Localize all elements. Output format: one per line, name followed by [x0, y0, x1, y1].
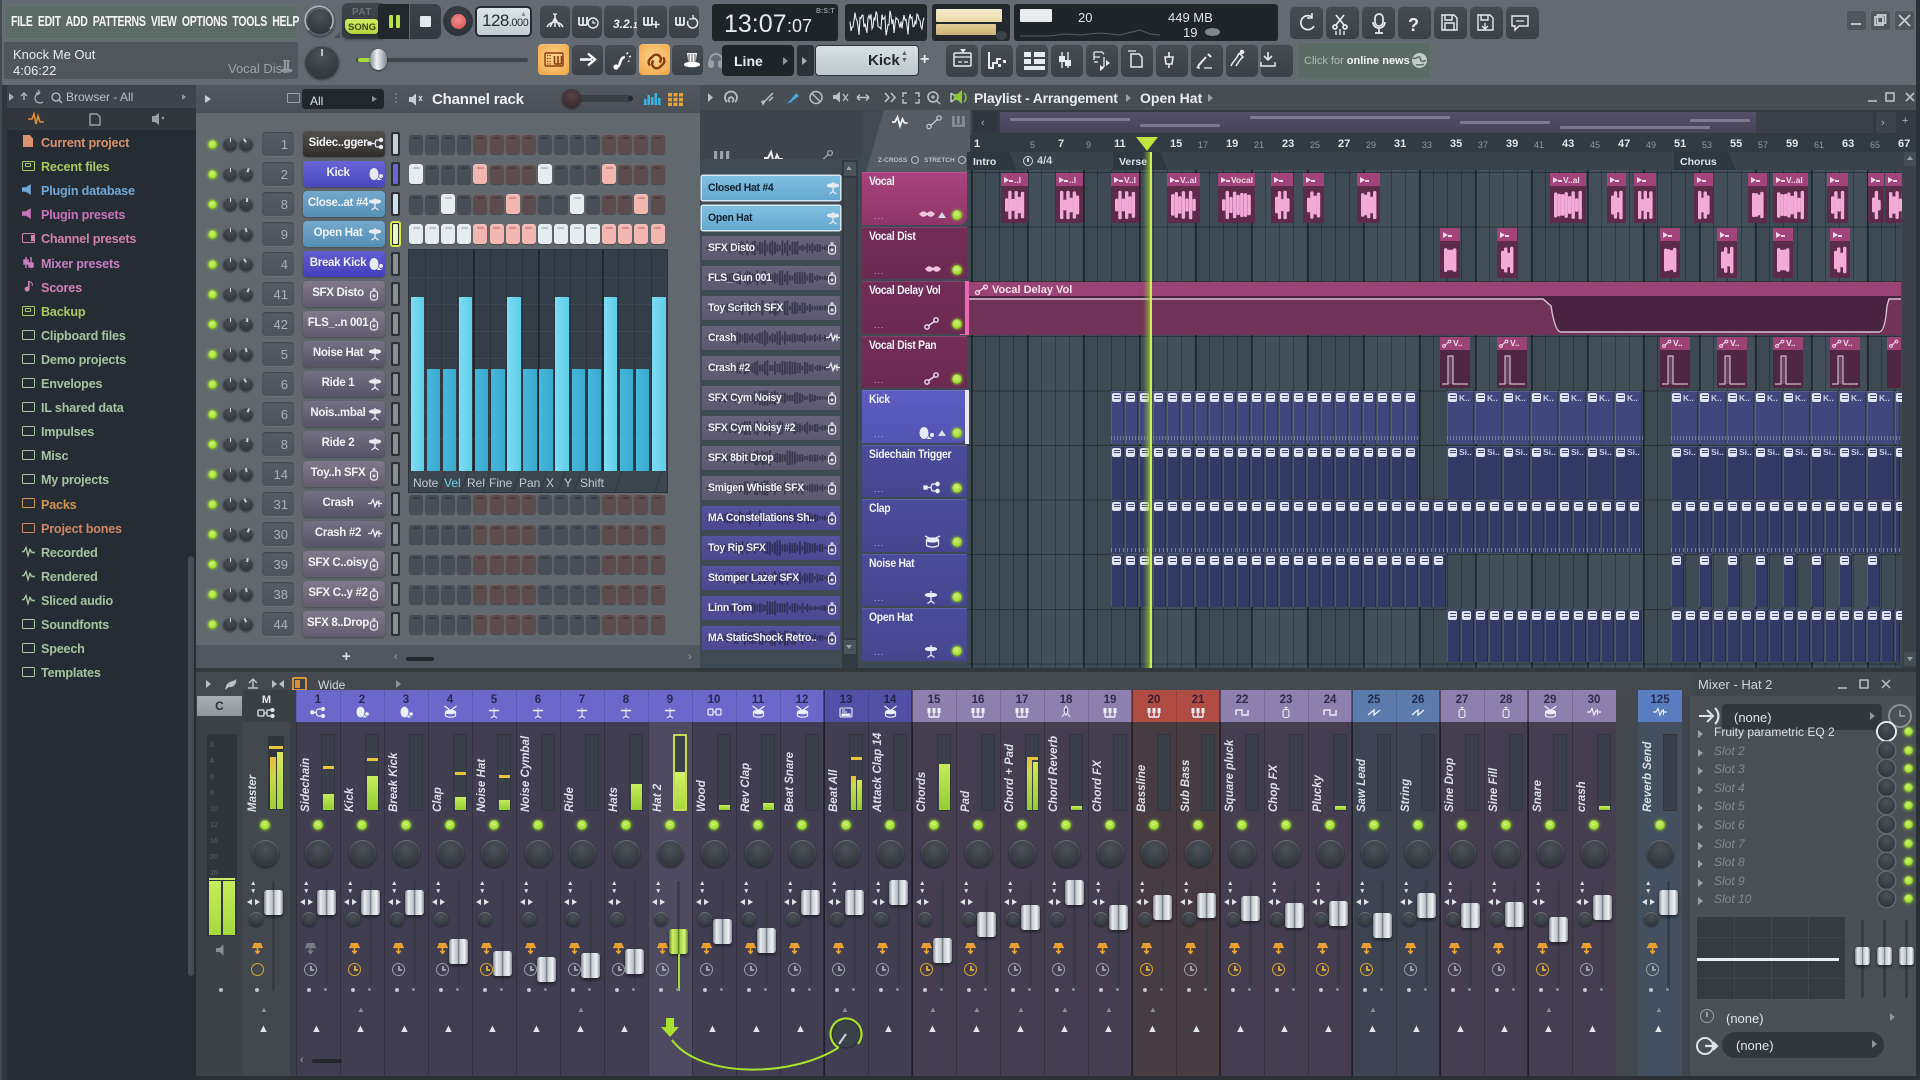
svg-text:?: ?: [1408, 15, 1419, 35]
